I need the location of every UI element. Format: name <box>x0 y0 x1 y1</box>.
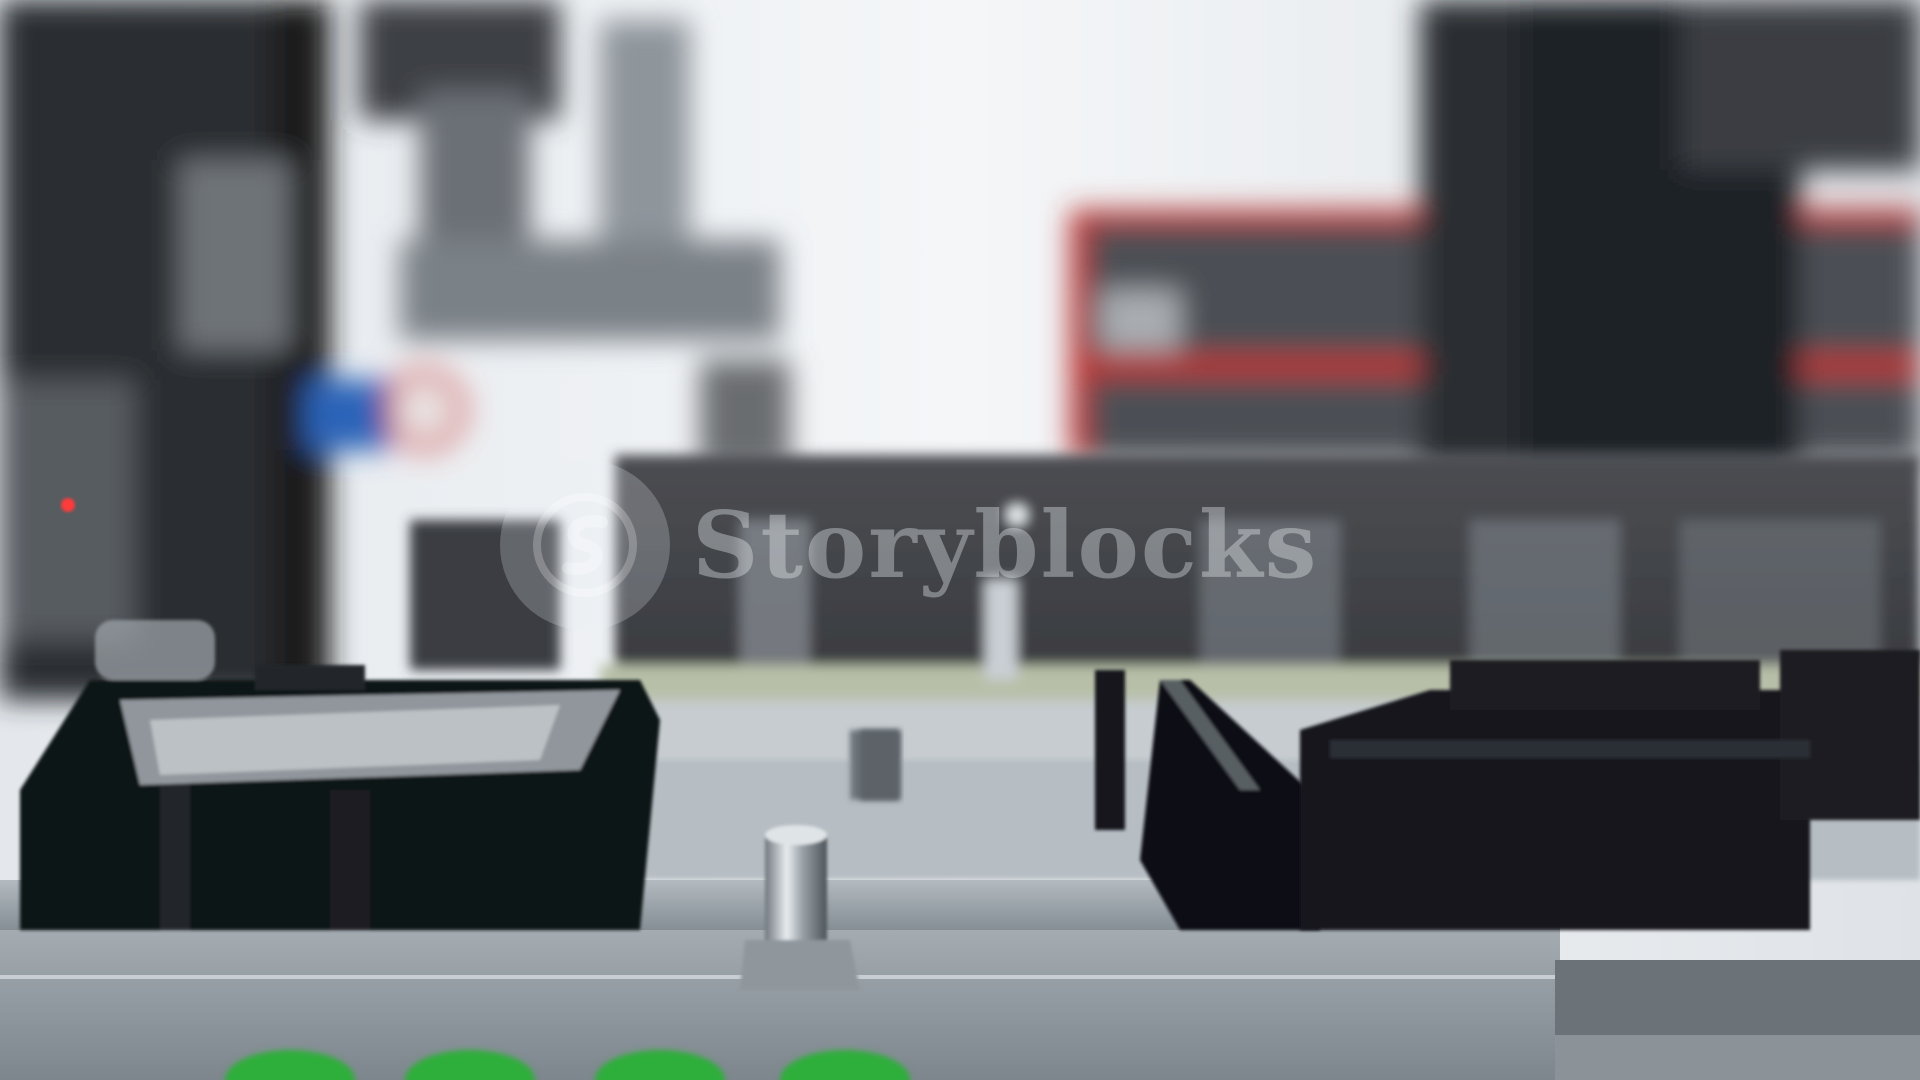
photo-background <box>0 0 1920 1080</box>
photo-scene: Storyblocks <box>0 0 1920 1080</box>
